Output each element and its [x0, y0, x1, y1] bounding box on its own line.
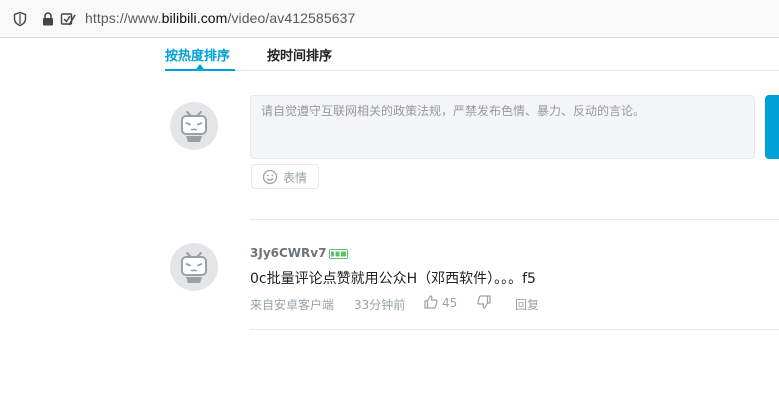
comment-text: 0c批量评论点赞就用公众H（邓西软件）。。。f5 [250, 271, 536, 287]
url-domain: bilibili.com [161, 10, 228, 26]
tv-avatar-icon [181, 252, 207, 283]
browser-url-bar[interactable]: https://www.bilibili.com/video/av4125856… [0, 0, 779, 38]
tab-sort-by-hot[interactable]: 按热度排序 [165, 45, 230, 64]
section-divider [250, 219, 779, 220]
thumbs-down-icon[interactable] [476, 294, 492, 310]
tab-sort-by-time[interactable]: 按时间排序 [267, 45, 332, 64]
reply-button[interactable]: 回复 [515, 296, 539, 313]
active-tab-caret [196, 64, 204, 69]
comment-textarea[interactable]: 请自觉遵守互联网相关的政策法规，严禁发布色情、暴力、反动的言论。 [250, 95, 755, 159]
level-badge-icon [329, 249, 348, 259]
thumbs-up-icon[interactable] [423, 294, 439, 310]
emoji-button[interactable]: 表情 [251, 164, 319, 189]
comment-username[interactable]: 3Jy6CWRv7 [250, 246, 326, 260]
send-comment-button[interactable] [765, 95, 779, 159]
tabs-divider [165, 70, 779, 71]
shield-icon[interactable] [12, 11, 28, 27]
url-path: /video/av412585637 [227, 10, 356, 26]
url-prefix: https://www. [85, 10, 162, 26]
smiley-icon [262, 169, 278, 185]
url-text[interactable]: https://www.bilibili.com/video/av4125856… [85, 10, 355, 26]
comment-divider [250, 329, 779, 330]
active-tab-underline [165, 69, 235, 71]
emoji-label: 表情 [283, 171, 308, 185]
avatar[interactable] [170, 102, 218, 150]
comment-source: 来自安卓客户端 [250, 298, 335, 312]
avatar[interactable] [170, 243, 218, 291]
like-count: 45 [442, 296, 458, 310]
comment-time: 33分钟前 [354, 298, 406, 312]
tv-avatar-icon [181, 111, 207, 142]
lock-icon[interactable] [40, 11, 56, 27]
permissions-icon[interactable] [60, 11, 76, 27]
